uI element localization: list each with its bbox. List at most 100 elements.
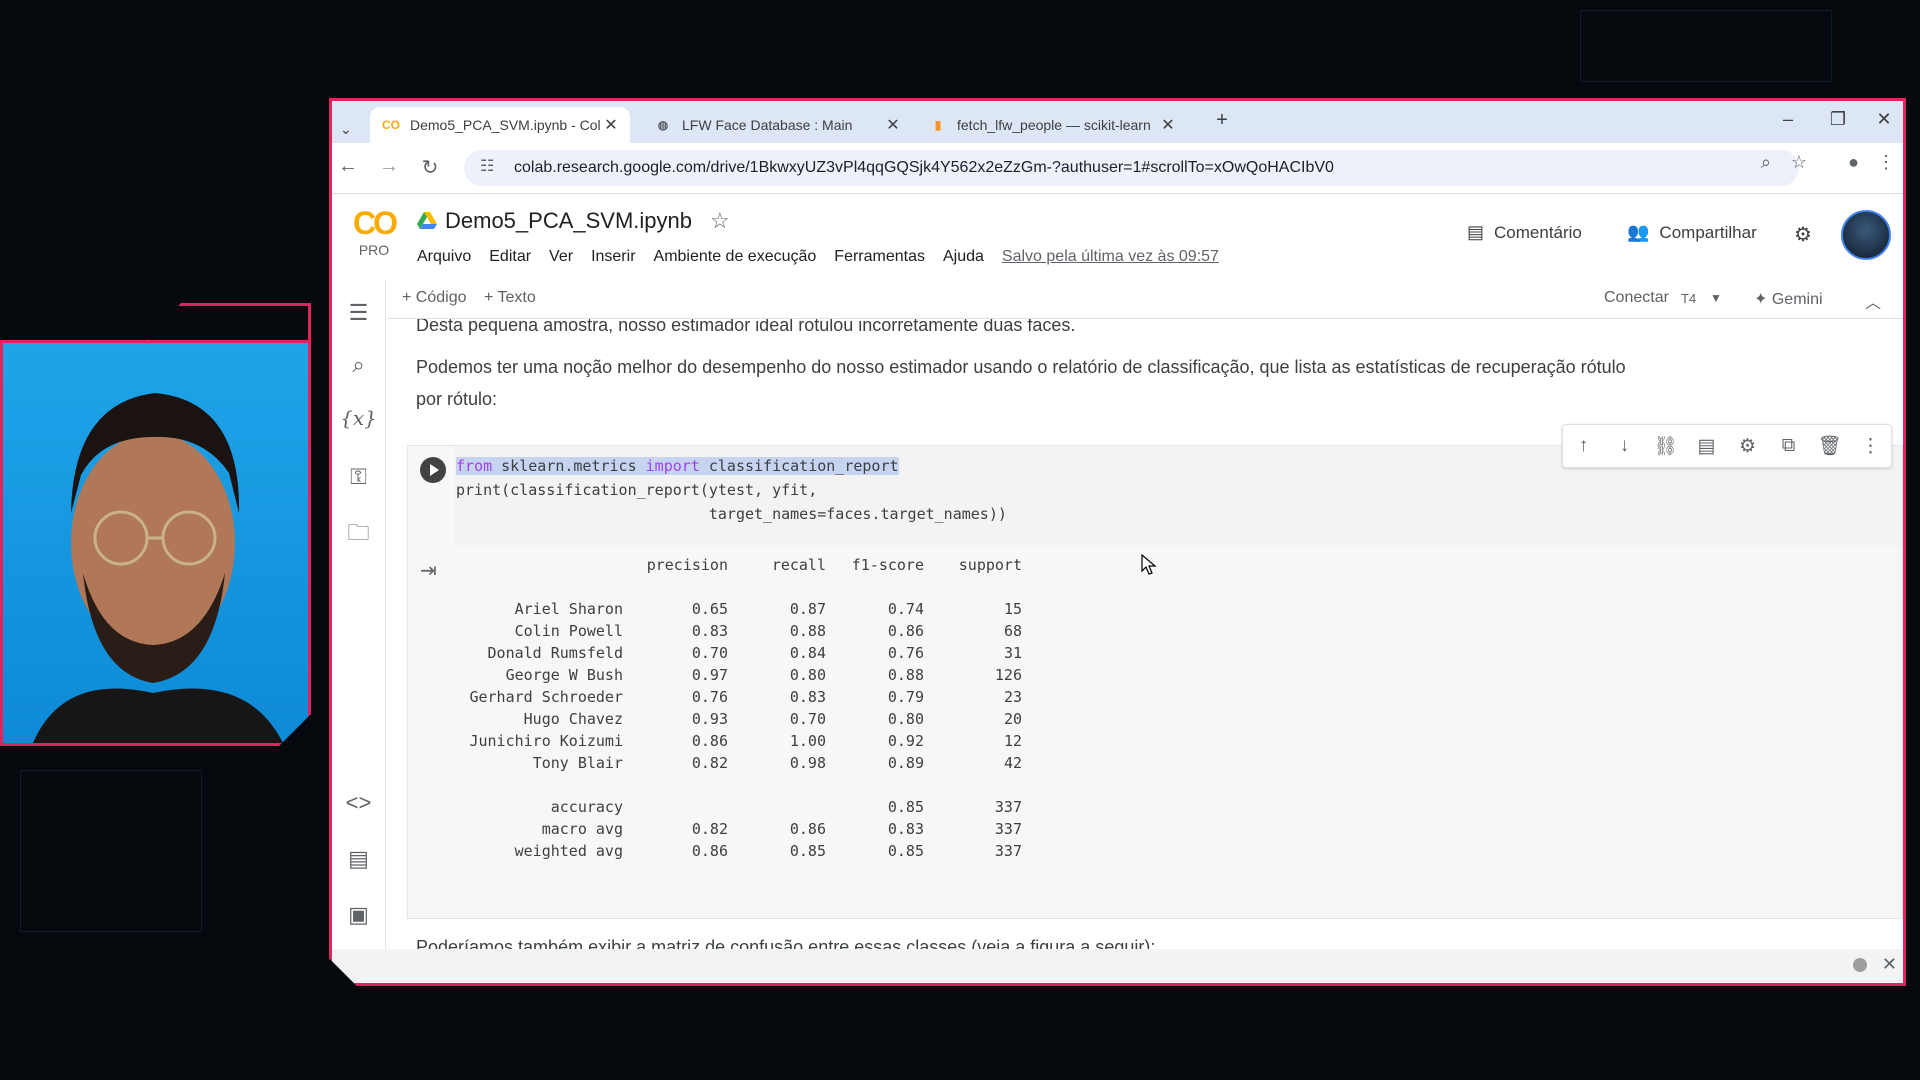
keyword: import (645, 457, 700, 475)
metric-cell: 0.83 (887, 820, 924, 838)
add-text-button[interactable]: + Texto (484, 289, 536, 307)
add-code-button[interactable]: + Código (402, 289, 467, 307)
metric-cell: 337 (994, 798, 1022, 816)
more-options-icon[interactable]: ⋮ (1850, 435, 1891, 458)
search-icon[interactable]: ⌕ (332, 352, 385, 378)
metric-cell: 0.82 (691, 754, 728, 772)
code-snippets-icon[interactable]: <> (332, 790, 385, 816)
variables-icon[interactable]: {x} (332, 406, 385, 430)
presenter-image (3, 343, 308, 743)
row-label: Hugo Chavez (523, 710, 623, 728)
metric-cell: 12 (1003, 732, 1022, 750)
menu-arquivo[interactable]: Arquivo (417, 248, 471, 266)
report-summary-row: accuracy 0.85 337 (453, 796, 1022, 818)
last-saved-link[interactable]: Salvo pela última vez às 09:57 (1002, 248, 1219, 266)
metric-cell: 0.83 (789, 688, 826, 706)
run-cell-button[interactable] (420, 457, 446, 483)
report-row: Ariel Sharon 0.65 0.87 0.74 15 (453, 598, 1022, 620)
gear-icon[interactable]: ⚙ (1727, 435, 1768, 458)
metric-cell: 0.80 (789, 666, 826, 684)
comment-button[interactable]: ▤ Comentário (1467, 222, 1582, 243)
settings-gear-icon[interactable]: ⚙ (1794, 222, 1812, 247)
browser-window: ⌄ CO Demo5_PCA_SVM.ipynb - Colab ✕ ◍ LFW… (329, 98, 1906, 986)
tab-list-button[interactable]: ⌄ (340, 111, 352, 147)
chevron-down-icon[interactable]: ▼ (1710, 291, 1722, 305)
webcam-video (0, 340, 311, 746)
menu-ferramentas[interactable]: Ferramentas (834, 248, 925, 266)
metric-cell: 0.84 (789, 644, 826, 662)
menu-bar: Arquivo Editar Ver Inserir Ambiente de e… (417, 248, 1237, 266)
close-window-icon[interactable]: ✕ (1869, 109, 1899, 130)
close-tab-icon[interactable]: ✕ (882, 115, 904, 135)
files-folder-icon[interactable]: 🗀 (332, 516, 385, 554)
delete-icon[interactable]: 🗑 (1809, 434, 1850, 458)
link-icon[interactable]: ⛓ (1645, 434, 1686, 458)
minimize-icon[interactable]: – (1773, 109, 1803, 130)
restore-icon[interactable]: ❐ (1823, 109, 1853, 130)
menu-ver[interactable]: Ver (549, 248, 573, 266)
metric-cell: 0.93 (691, 710, 728, 728)
forward-icon[interactable]: → (375, 155, 403, 178)
tab-sklearn[interactable]: ▮ fetch_lfw_people — scikit-learn ✕ (917, 107, 1187, 143)
back-icon[interactable]: ← (334, 155, 362, 178)
metric-cell (728, 796, 826, 818)
menu-editar[interactable]: Editar (489, 248, 531, 266)
close-status-icon[interactable]: ✕ (1882, 954, 1897, 975)
url-field[interactable]: ☷ colab.research.google.com/drive/1Bkwxy… (464, 150, 1799, 186)
command-palette-icon[interactable]: ▤ (332, 846, 385, 872)
metric-cell: 0.92 (887, 732, 924, 750)
reload-icon[interactable]: ↻ (416, 155, 444, 180)
comment-label: Comentário (1494, 222, 1582, 242)
tab-title: fetch_lfw_people — scikit-learn (957, 117, 1151, 133)
bookmark-star-icon[interactable]: ☆ (1791, 152, 1807, 173)
report-row: Colin Powell 0.83 0.88 0.86 68 (453, 620, 1022, 642)
code-token: classification_report (699, 457, 899, 475)
gemini-label: Gemini (1771, 291, 1823, 308)
runtime-badge: T4 (1681, 291, 1697, 306)
move-down-icon[interactable]: ↓ (1604, 435, 1645, 457)
google-drive-icon[interactable] (417, 212, 437, 230)
menu-ajuda[interactable]: Ajuda (943, 248, 984, 266)
gemini-button[interactable]: ✦ Gemini (1754, 289, 1823, 309)
profile-icon[interactable]: ● (1848, 152, 1859, 173)
metric-cell: 15 (1003, 600, 1022, 618)
star-icon[interactable]: ☆ (710, 208, 730, 234)
new-tab-button[interactable]: + (1207, 109, 1237, 132)
report-row: Hugo Chavez 0.93 0.70 0.80 20 (453, 708, 1022, 730)
colab-header: CO PRO Demo5_PCA_SVM.ipynb ☆ Arquivo Edi… (332, 194, 1903, 280)
tab-lfw[interactable]: ◍ LFW Face Database : Main ✕ (642, 107, 912, 143)
menu-ambiente[interactable]: Ambiente de execução (654, 248, 817, 266)
row-label: Junichiro Koizumi (469, 732, 623, 750)
zoom-icon[interactable]: ⌕ (1761, 152, 1771, 173)
mirror-cell-icon[interactable]: ⧉ (1768, 435, 1809, 457)
move-up-icon[interactable]: ↑ (1563, 435, 1604, 457)
collapse-header-icon[interactable]: ︿ (1865, 289, 1881, 313)
terminal-icon[interactable]: ▣ (332, 902, 385, 928)
notebook-title[interactable]: Demo5_PCA_SVM.ipynb (445, 208, 692, 234)
metric-cell: 23 (1003, 688, 1022, 706)
site-info-icon[interactable]: ☷ (480, 156, 494, 176)
colab-logo[interactable]: CO PRO (346, 206, 402, 258)
menu-inserir[interactable]: Inserir (591, 248, 635, 266)
header-precision: precision (646, 556, 728, 574)
row-label: Ariel Sharon (514, 600, 623, 618)
share-button[interactable]: 👥 Compartilhar (1627, 222, 1757, 243)
browser-menu-icon[interactable]: ⋮ (1877, 152, 1895, 173)
markdown-paragraph: Podemos ter uma noção melhor do desempen… (416, 357, 1626, 409)
close-tab-icon[interactable]: ✕ (600, 115, 622, 135)
comment-icon[interactable]: ▤ (1686, 435, 1727, 458)
code-cell[interactable]: from sklearn.metrics import classificati… (407, 445, 1903, 919)
code-line-1: from sklearn.metrics import classificati… (456, 454, 899, 478)
report-row: Gerhard Schroeder 0.76 0.83 0.79 23 (453, 686, 1022, 708)
avatar[interactable] (1841, 210, 1891, 260)
secrets-key-icon[interactable]: ⚿ (332, 464, 385, 490)
status-dot-icon (1853, 958, 1867, 972)
keyword: from (456, 457, 493, 475)
table-of-contents-icon[interactable]: ☰ (332, 300, 385, 326)
tab-colab[interactable]: CO Demo5_PCA_SVM.ipynb - Colab ✕ (370, 107, 630, 143)
comment-icon: ▤ (1467, 222, 1485, 242)
output-actions-icon[interactable]: ⇥ (420, 558, 437, 583)
connect-button[interactable]: Conectar (1604, 289, 1669, 307)
markdown-footer-text: Poderíamos também exibir a matriz de con… (416, 937, 1156, 949)
close-tab-icon[interactable]: ✕ (1157, 115, 1179, 135)
